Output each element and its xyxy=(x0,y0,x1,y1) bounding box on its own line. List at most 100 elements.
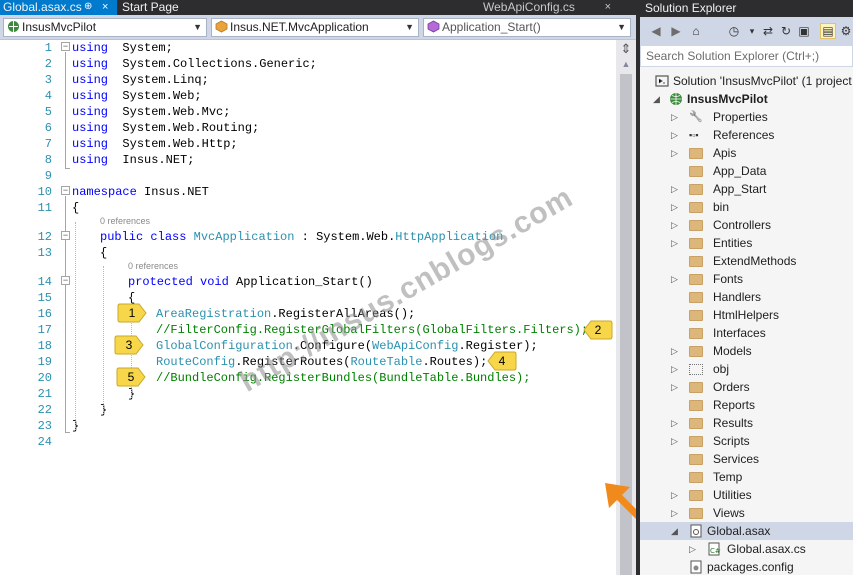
collapse-all-icon[interactable]: ▣ xyxy=(796,23,812,39)
tree-item-packages-config[interactable]: packages.config xyxy=(640,558,853,575)
tree-item-bin[interactable]: ▷ bin xyxy=(640,198,853,216)
class-reference-count[interactable]: 0 references xyxy=(100,216,150,226)
expand-arrow-icon[interactable]: ▷ xyxy=(671,270,681,288)
tree-item-extendmethods[interactable]: ExtendMethods xyxy=(640,252,853,270)
refresh-icon[interactable]: ↻ xyxy=(778,23,794,39)
tree-item-controllers[interactable]: ▷ Controllers xyxy=(640,216,853,234)
code-line[interactable]: 10 namespace Insus.NET xyxy=(0,184,616,200)
tab-global-asax-cs[interactable]: Global.asax.cs ⊕ × xyxy=(0,0,117,15)
expand-arrow-icon[interactable]: ▷ xyxy=(671,108,681,126)
code-text: using System.Web; xyxy=(72,89,202,103)
tree-item-scripts[interactable]: ▷ Scripts xyxy=(640,432,853,450)
tree-item-solution[interactable]: Solution 'InsusMvcPilot' (1 project xyxy=(640,72,853,90)
class-dropdown-label: Insus.NET.MvcApplication xyxy=(230,20,369,34)
tree-item-handlers[interactable]: Handlers xyxy=(640,288,853,306)
tree-item-app-start[interactable]: ▷ App_Start xyxy=(640,180,853,198)
line-number: 2 xyxy=(44,57,52,71)
project-dropdown[interactable]: InsusMvcPilot ▼ xyxy=(3,18,207,37)
tree-item-properties[interactable]: ▷ 🔧 Properties xyxy=(640,108,853,126)
code-line[interactable]: 20 //BundleConfig.RegisterBundles(BundleT… xyxy=(0,370,616,386)
tree-item-models[interactable]: ▷ Models xyxy=(640,342,853,360)
collapse-arrow-icon[interactable]: ◢ xyxy=(671,522,681,540)
code-line[interactable]: 24 xyxy=(0,434,616,450)
tree-item-entities[interactable]: ▷ Entities xyxy=(640,234,853,252)
collapse-namespace-icon[interactable]: − xyxy=(61,186,70,195)
collapse-method-icon[interactable]: − xyxy=(61,276,70,285)
config-file-icon xyxy=(690,560,702,574)
tree-item-project[interactable]: ◢ InsusMvcPilot xyxy=(640,90,853,108)
sync-icon[interactable]: ⇄ xyxy=(760,23,776,39)
code-line[interactable]: 16 AreaRegistration.RegisterAllAreas(); xyxy=(0,306,616,322)
expand-arrow-icon[interactable]: ▷ xyxy=(671,414,681,432)
code-line[interactable]: 8 using Insus.NET; xyxy=(0,152,616,168)
expand-arrow-icon[interactable]: ▷ xyxy=(671,234,681,252)
expand-arrow-icon[interactable]: ▷ xyxy=(689,540,699,558)
expand-arrow-icon[interactable]: ▷ xyxy=(671,504,681,522)
method-reference-count[interactable]: 0 references xyxy=(128,261,178,271)
back-icon[interactable]: ◀ xyxy=(648,23,664,39)
code-line[interactable]: 9 xyxy=(0,168,616,184)
home-icon[interactable]: ⌂ xyxy=(688,23,704,39)
code-line[interactable]: 23} xyxy=(0,418,616,434)
tree-item-interfaces[interactable]: Interfaces xyxy=(640,324,853,342)
close-icon[interactable]: × xyxy=(102,0,108,14)
code-line[interactable]: 1 using System; xyxy=(0,40,616,56)
tab-webapiconfig-cs[interactable]: WebApiConfig.cs × xyxy=(473,0,623,15)
member-dropdown[interactable]: Application_Start() ▼ xyxy=(423,18,631,37)
tree-item-orders[interactable]: ▷ Orders xyxy=(640,378,853,396)
collapse-usings-icon[interactable]: − xyxy=(61,42,70,51)
tree-item-global-asax[interactable]: ◢ Global.asax xyxy=(640,522,853,540)
tree-item-htmlhelpers[interactable]: HtmlHelpers xyxy=(640,306,853,324)
tree-item-app-data[interactable]: App_Data xyxy=(640,162,853,180)
tree-item-fonts[interactable]: ▷ Fonts xyxy=(640,270,853,288)
tree-item-global-asax-cs[interactable]: ▷ C# Global.asax.cs xyxy=(640,540,853,558)
show-all-files-icon[interactable]: ▤ xyxy=(820,23,836,39)
expand-arrow-icon[interactable]: ▷ xyxy=(671,216,681,234)
code-line[interactable]: 13 { xyxy=(0,245,616,261)
collapse-arrow-icon[interactable]: ◢ xyxy=(653,90,663,108)
code-line[interactable]: 3 using System.Linq; xyxy=(0,72,616,88)
scroll-up-icon[interactable]: ▲ xyxy=(620,58,632,70)
line-number: 7 xyxy=(44,137,52,151)
tab-start-page[interactable]: Start Page xyxy=(117,0,209,15)
code-text-area[interactable]: 1 using System; 2 using System.Collections.… xyxy=(0,40,616,575)
tree-item-services[interactable]: Services xyxy=(640,450,853,468)
code-line[interactable]: 4 using System.Web; xyxy=(0,88,616,104)
code-line[interactable]: 5 using System.Web.Mvc; xyxy=(0,104,616,120)
tree-item-references[interactable]: ▷ ▪▫▪ References xyxy=(640,126,853,144)
expand-arrow-icon[interactable]: ▷ xyxy=(671,144,681,162)
expand-arrow-icon[interactable]: ▷ xyxy=(671,342,681,360)
tree-item-reports[interactable]: Reports xyxy=(640,396,853,414)
forward-icon[interactable]: ▶ xyxy=(668,23,684,39)
close-icon[interactable]: × xyxy=(605,0,611,14)
expand-arrow-icon[interactable]: ▷ xyxy=(671,198,681,216)
code-line[interactable]: 21} xyxy=(0,386,616,402)
class-dropdown[interactable]: Insus.NET.MvcApplication ▼ xyxy=(211,18,419,37)
chevron-down-icon[interactable]: ▾ xyxy=(744,23,760,39)
code-line[interactable]: 14 protected void Application_Start() xyxy=(0,274,616,290)
expand-arrow-icon[interactable]: ▷ xyxy=(671,432,681,450)
expand-arrow-icon[interactable]: ▷ xyxy=(671,360,681,378)
solution-explorer-search-input[interactable]: Search Solution Explorer (Ctrl+;) xyxy=(640,45,853,67)
tree-item-obj[interactable]: ▷ obj xyxy=(640,360,853,378)
expand-arrow-icon[interactable]: ▷ xyxy=(671,180,681,198)
tree-item-label: Scripts xyxy=(713,434,750,448)
tree-item-results[interactable]: ▷ Results xyxy=(640,414,853,432)
collapse-class-icon[interactable]: − xyxy=(61,231,70,240)
expand-arrow-icon[interactable]: ▷ xyxy=(671,486,681,504)
expand-arrow-icon[interactable]: ▷ xyxy=(671,378,681,396)
tree-item-views[interactable]: ▷ Views xyxy=(640,504,853,522)
code-line[interactable]: 7 using System.Web.Http; xyxy=(0,136,616,152)
code-line[interactable]: 22} xyxy=(0,402,616,418)
code-line[interactable]: 6 using System.Web.Routing; xyxy=(0,120,616,136)
split-window-icon[interactable]: ⇕ xyxy=(619,42,633,56)
tree-item-utilities[interactable]: ▷ Utilities xyxy=(640,486,853,504)
code-line[interactable]: 2 using System.Collections.Generic; xyxy=(0,56,616,72)
tree-item-apis[interactable]: ▷ Apis xyxy=(640,144,853,162)
pending-changes-icon[interactable]: ◷ xyxy=(726,23,742,39)
expand-arrow-icon[interactable]: ▷ xyxy=(671,126,681,144)
pin-icon[interactable]: ⊕ xyxy=(84,0,92,14)
tree-item-temp[interactable]: Temp xyxy=(640,468,853,486)
code-line[interactable]: 15{ xyxy=(0,290,616,306)
properties-icon[interactable]: ⚙ xyxy=(838,23,853,39)
